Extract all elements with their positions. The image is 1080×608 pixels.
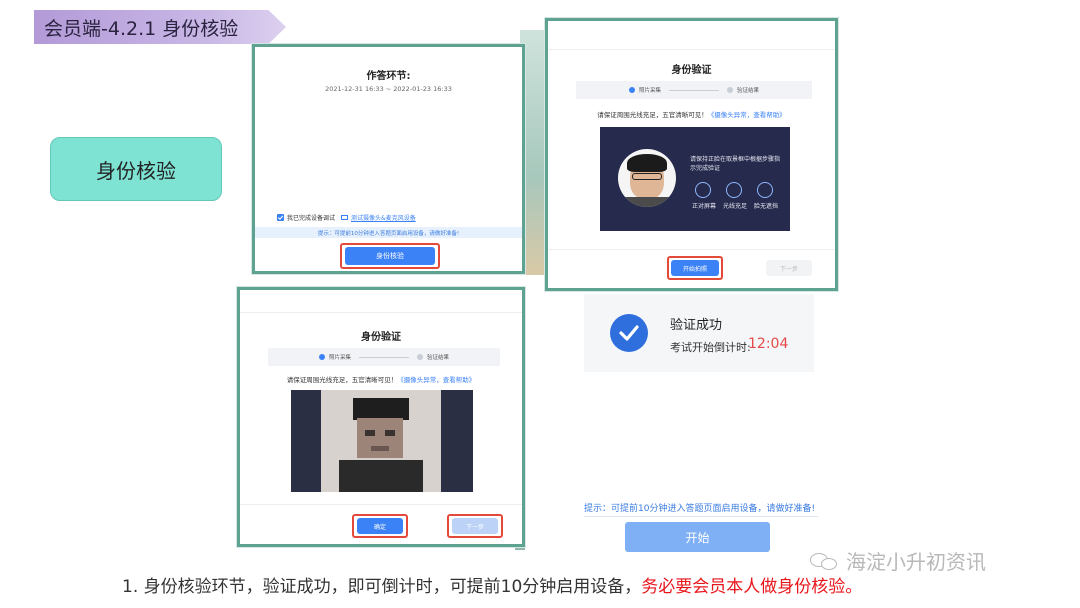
face-screen-icon: [695, 182, 711, 198]
highlight-box: [352, 514, 408, 538]
countdown-value: 12:04: [748, 336, 789, 352]
camera-guide-card: 请保持正脸在取景框中根据步骤指示完成验证 正对屏幕 光线充足 脸无遮挡: [600, 127, 790, 231]
wechat-icon: [810, 551, 840, 571]
divider: [240, 312, 522, 313]
checkbox[interactable]: [277, 214, 284, 221]
guide-text: 请保持正脸在取景框中根据步骤指示完成验证: [690, 156, 781, 172]
panel-answer-session: 作答环节: 2021-12-31 16:33 ~ 2022-01-23 16:3…: [252, 44, 525, 274]
success-check-icon: [610, 314, 648, 352]
guide-item-label: 正对屏幕: [692, 203, 717, 210]
step-progress: 照片采集 验证结果: [268, 348, 500, 366]
step-photo-capture: 照片采集: [628, 86, 661, 94]
no-cover-icon: [757, 182, 773, 198]
hint-bar: 提示：可提前10分钟进入答题页面启用设备，请做好准备!: [255, 227, 522, 238]
camera-icon: [341, 215, 349, 220]
camera-help-link[interactable]: 《摄像头异常，查看帮助》: [397, 376, 475, 384]
divider: [548, 249, 835, 250]
caption-text: 1. 身份核验环节，验证成功，即可倒计时，可提前10分钟启用设备，: [122, 577, 642, 597]
step-verify-result: 验证结果: [417, 353, 449, 361]
success-title: 验证成功: [670, 318, 723, 333]
panel-title: 身份验证: [671, 65, 712, 76]
watermark: 海淀小升初资讯: [810, 546, 986, 575]
divider: [584, 516, 818, 517]
instruction-row: 请保证周围光线充足，五官清晰可见！《摄像头异常，查看帮助》: [286, 376, 476, 384]
caption-warning: 务必要会员本人做身份核验。: [641, 577, 863, 597]
divider: [548, 49, 835, 50]
section-title: 会员端-4.2.1 身份核验: [44, 18, 239, 40]
caption: 1. 身份核验环节，验证成功，即可倒计时，可提前10分钟启用设备，务必要会员本人…: [122, 572, 862, 597]
identity-verification-badge: 身份核验: [50, 137, 222, 201]
guide-item-label: 脸无遮挡: [754, 203, 779, 210]
preparation-tip: 提示：可提前10分钟进入答题页面启用设备，请做好准备!: [584, 504, 816, 514]
next-step-button[interactable]: 下一步: [766, 260, 812, 276]
device-test-link[interactable]: 测试摄像头&麦克风设备: [351, 213, 416, 222]
highlight-box: [667, 256, 723, 280]
guide-item-label: 光线充足: [723, 203, 748, 210]
camera-help-link[interactable]: 《摄像头异常，查看帮助》: [708, 111, 786, 119]
step-photo-capture: 照片采集: [318, 353, 351, 361]
camera-capture-view: [291, 390, 473, 492]
instruction-row: 请保证周围光线充足，五官清晰可见！《摄像头异常，查看帮助》: [597, 111, 786, 119]
panel-title: 作答环节:: [366, 71, 411, 82]
sample-portrait: [618, 149, 676, 207]
divider: [240, 504, 522, 505]
section-header: 会员端-4.2.1 身份核验: [34, 10, 286, 44]
watermark-text: 海淀小升初资讯: [846, 550, 986, 574]
checkbox-label: 我已完成设备调试: [287, 215, 336, 222]
time-range: 2021-12-31 16:33 ~ 2022-01-23 16:33: [325, 85, 452, 93]
step-progress: 照片采集 验证结果: [576, 81, 812, 99]
verification-success-card: 验证成功 考试开始倒计时: 12:04: [584, 294, 814, 372]
light-icon: [726, 182, 742, 198]
device-check-row: 我已完成设备调试 测试摄像头&麦克风设备: [277, 213, 416, 222]
panel-verification-guide: 身份验证 照片采集 验证结果 请保证周围光线充足，五官清晰可见！《摄像头异常，查…: [545, 18, 838, 291]
panel-verification-capture: 身份验证 照片采集 验证结果 请保证周围光线充足，五官清晰可见！《摄像头异常，查…: [237, 287, 525, 547]
highlight-box: [447, 514, 503, 538]
countdown-label: 考试开始倒计时:: [670, 341, 751, 354]
step-verify-result: 验证结果: [727, 86, 759, 94]
panel-title: 身份验证: [361, 332, 401, 343]
start-button[interactable]: 开始: [625, 522, 770, 552]
highlight-box: [340, 243, 440, 269]
